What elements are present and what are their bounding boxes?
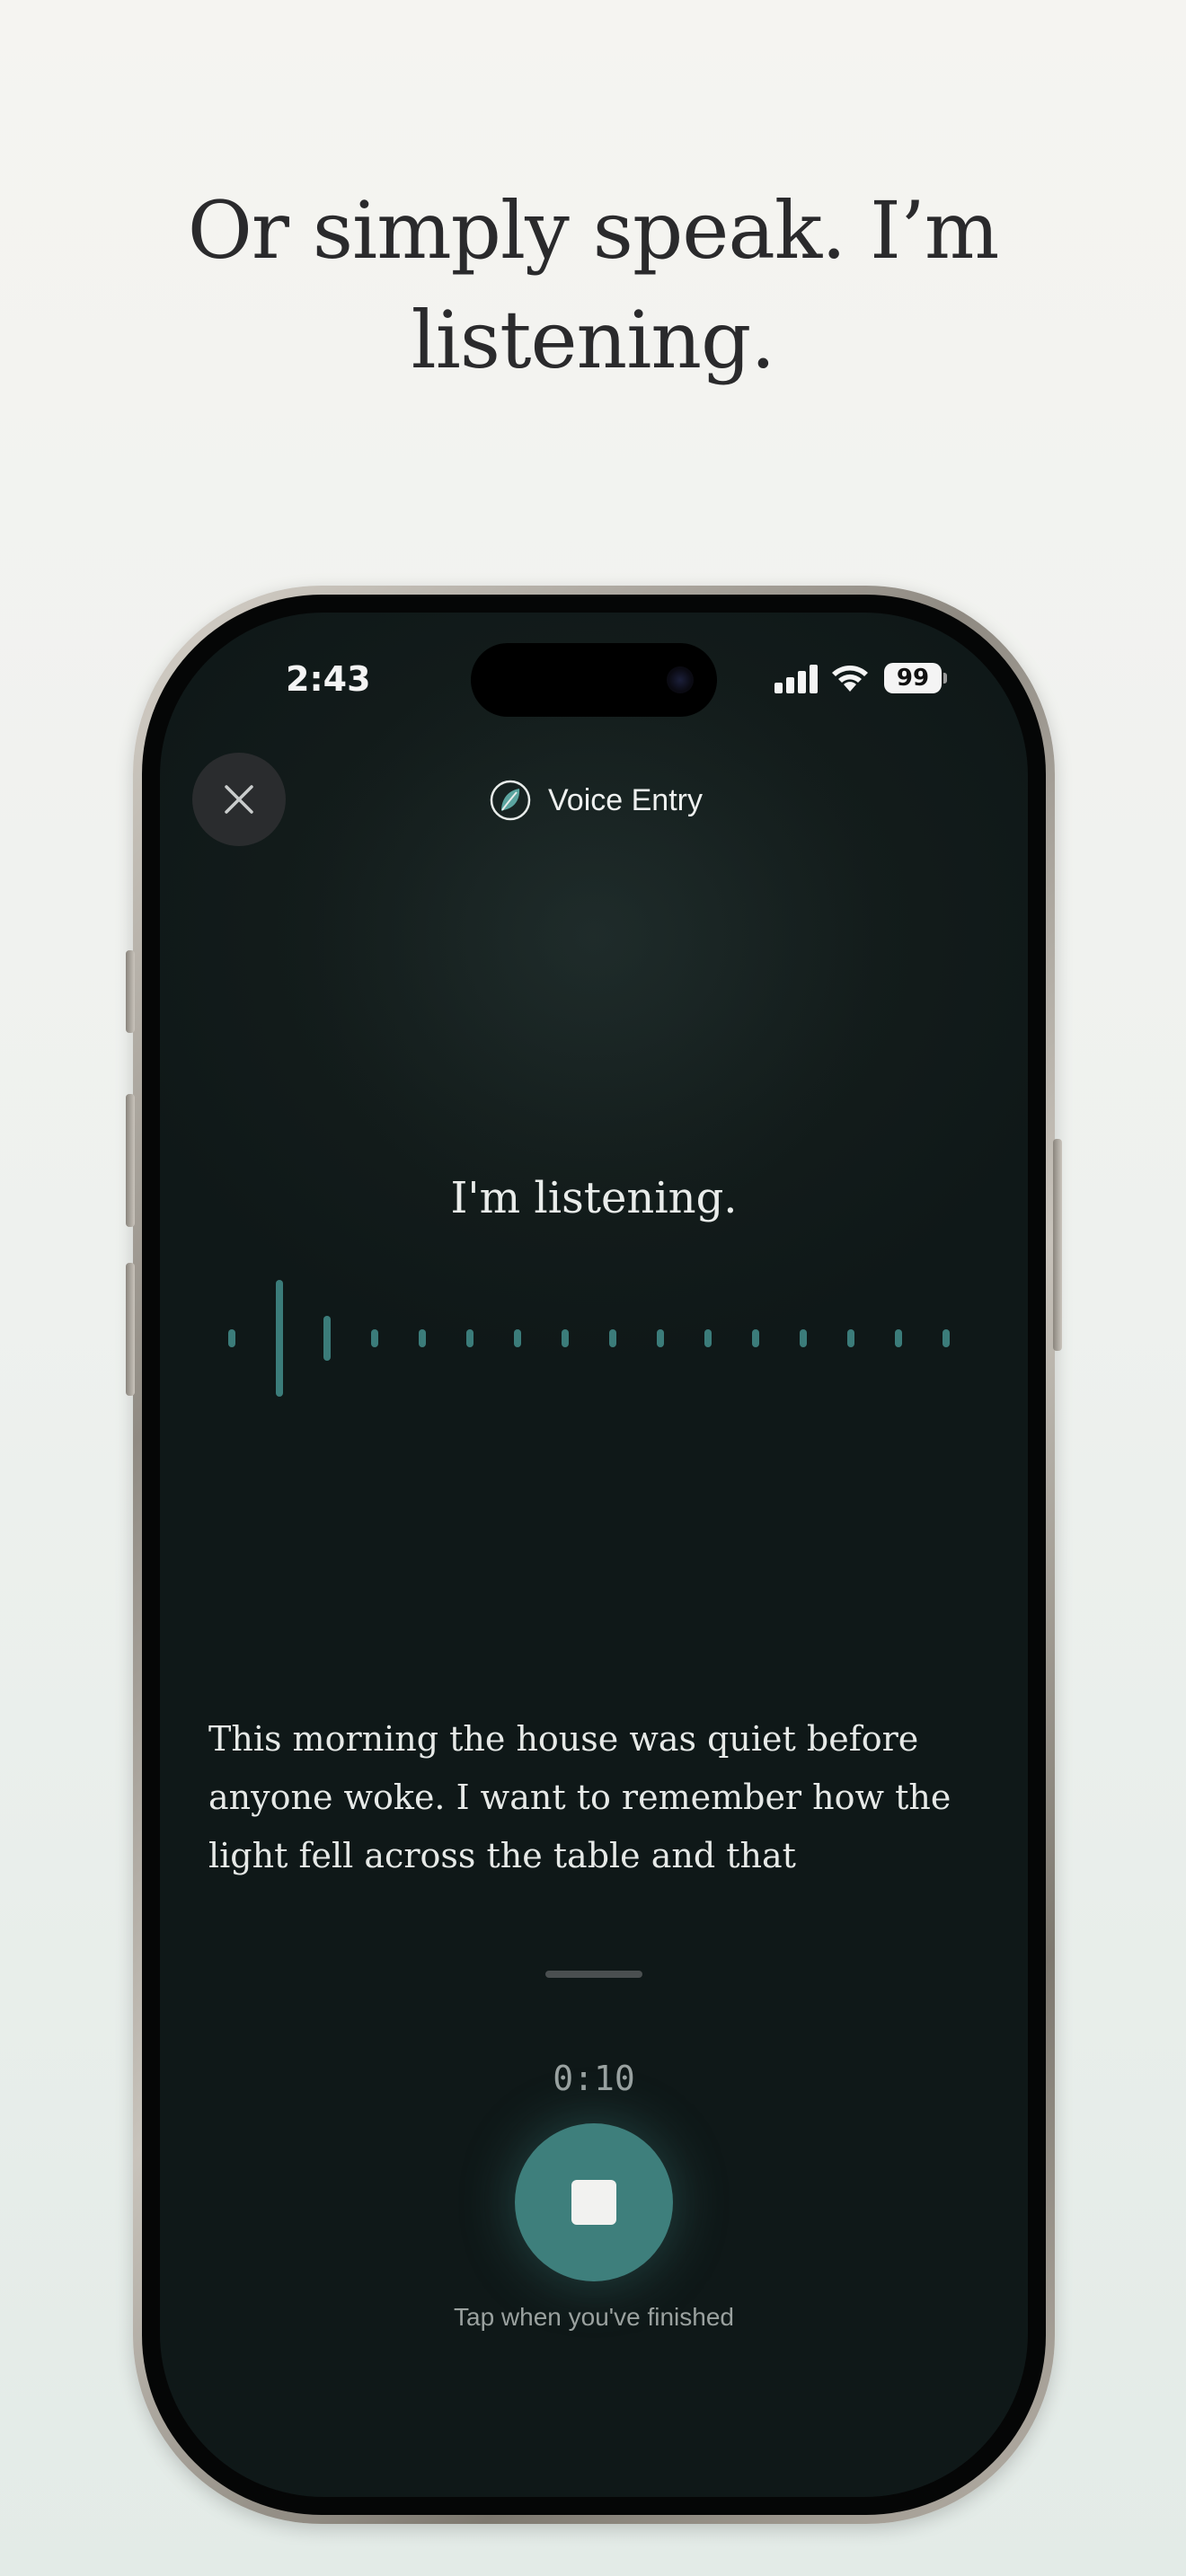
status-time: 2:43 xyxy=(286,659,371,699)
wifi-icon xyxy=(832,666,868,692)
transcript-line: anyone woke. I want to remember how the xyxy=(208,1778,951,1817)
listening-status: I'm listening. xyxy=(450,1173,738,1223)
waveform-bar xyxy=(514,1329,521,1347)
headline-line-2: listening. xyxy=(411,294,776,386)
volume-up-button xyxy=(126,1094,135,1227)
waveform-bar xyxy=(419,1329,426,1347)
waveform-bar xyxy=(323,1316,331,1361)
headline-line-1: Or simply speak. I’m xyxy=(187,184,1000,277)
waveform-bar xyxy=(752,1329,759,1347)
transcript-line: light fell across the table and that xyxy=(208,1836,796,1875)
waveform-bar xyxy=(943,1329,950,1347)
waveform-bar xyxy=(609,1329,616,1347)
dynamic-island xyxy=(471,643,717,717)
action-button xyxy=(126,950,135,1033)
transcript-line: This morning the house was quiet before xyxy=(208,1719,919,1759)
waveform-bar xyxy=(371,1329,378,1347)
waveform-bar xyxy=(800,1329,807,1347)
waveform-bar xyxy=(847,1329,854,1347)
waveform-bar xyxy=(704,1329,712,1347)
header: Voice Entry xyxy=(489,778,703,823)
camera-icon xyxy=(667,666,694,693)
waveform-bar xyxy=(276,1280,283,1397)
signal-icon xyxy=(774,665,819,693)
drag-handle[interactable] xyxy=(545,1971,642,1978)
recording-timer: 0:10 xyxy=(553,2059,635,2098)
audio-waveform xyxy=(160,1275,1028,1401)
page-title: Voice Entry xyxy=(548,782,703,817)
stop-recording-button[interactable] xyxy=(515,2123,673,2281)
transcript: This morning the house was quiet before … xyxy=(208,1710,981,1885)
waveform-bar xyxy=(657,1329,664,1347)
finish-hint: Tap when you've finished xyxy=(454,2303,734,2331)
phone-screen: 2:43 99 Voice Entry I'm listening. This … xyxy=(160,613,1028,2497)
ambient-glow xyxy=(297,640,890,1232)
close-icon xyxy=(225,785,253,814)
stop-icon xyxy=(571,2180,616,2225)
battery-icon: 99 xyxy=(884,663,947,693)
waveform-bar xyxy=(562,1329,569,1347)
close-button[interactable] xyxy=(192,753,286,846)
power-button xyxy=(1053,1139,1062,1351)
headline: Or simply speak. I’m listening. xyxy=(0,176,1186,395)
waveform-bar xyxy=(895,1329,902,1347)
leaf-icon xyxy=(490,780,531,821)
waveform-bar xyxy=(228,1329,235,1347)
waveform-bar xyxy=(466,1329,474,1347)
volume-down-button xyxy=(126,1263,135,1396)
